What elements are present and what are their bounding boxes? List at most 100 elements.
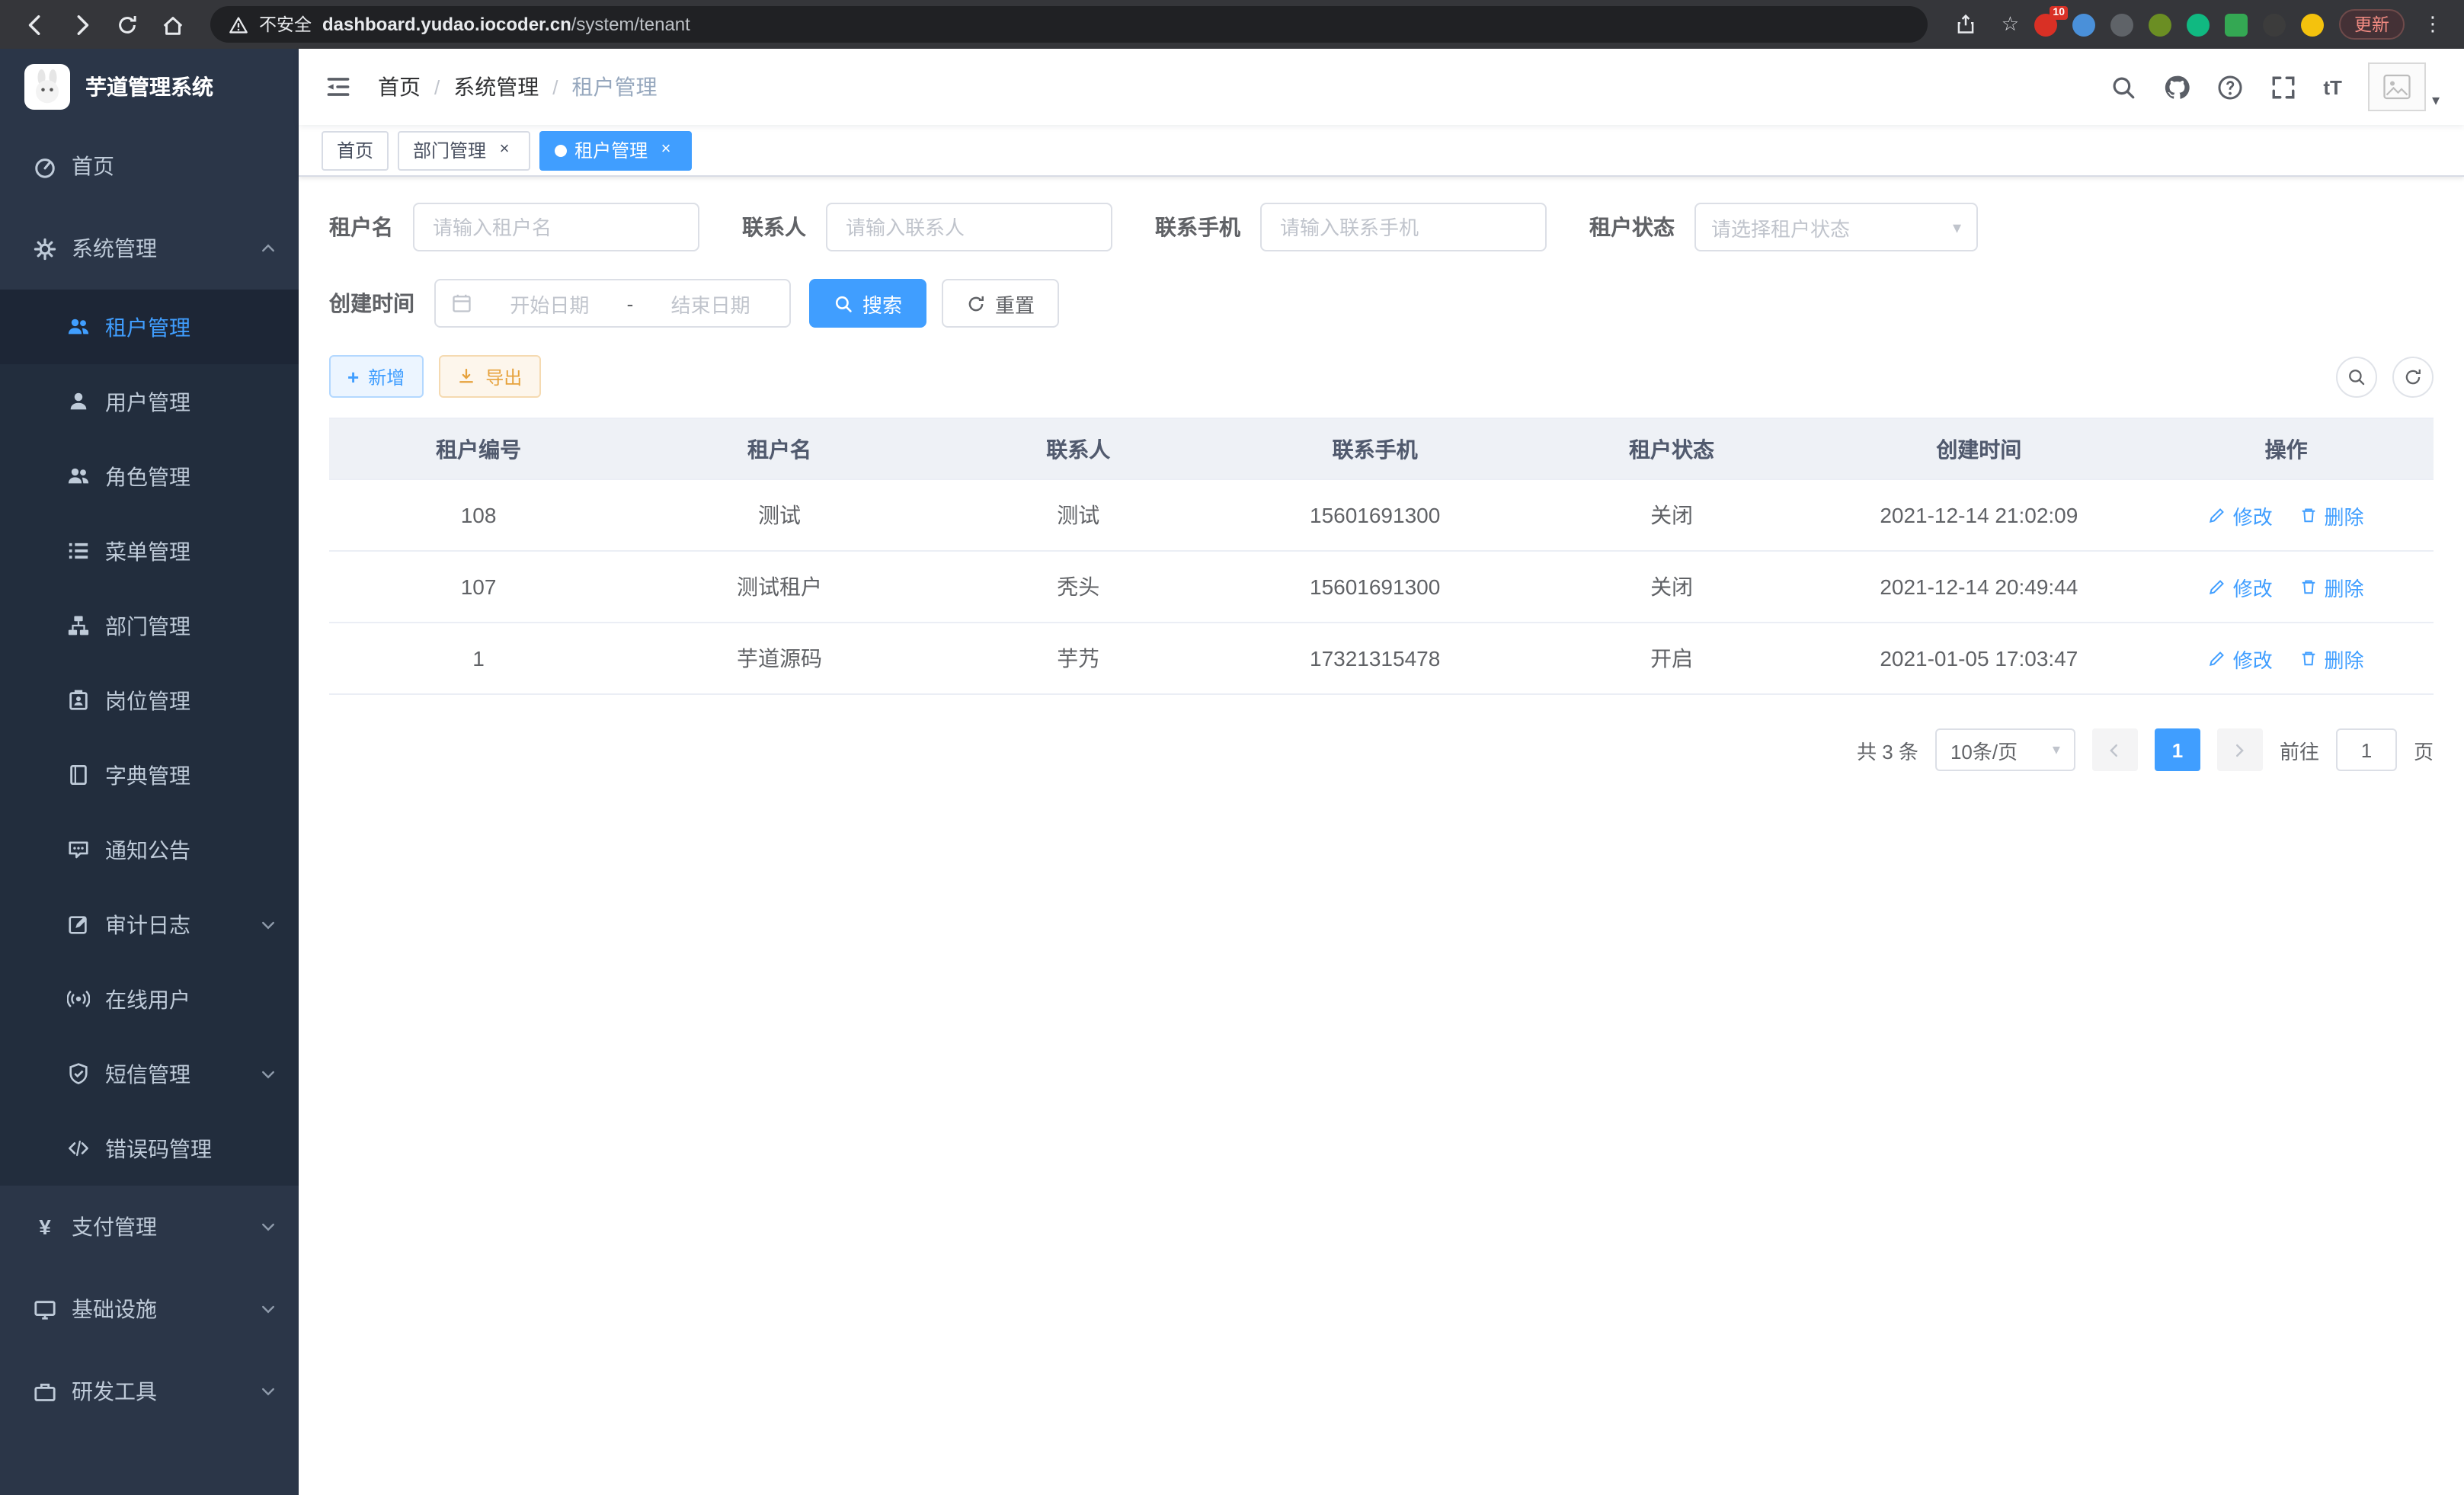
- sidebar-toggle-icon[interactable]: [323, 72, 354, 102]
- sidebar-item-post[interactable]: 岗位管理: [0, 663, 299, 738]
- extension-icon[interactable]: [2187, 13, 2210, 36]
- sidebar-item-label: 字典管理: [105, 760, 190, 790]
- github-icon[interactable]: [2163, 73, 2190, 101]
- security-warning-icon: [229, 14, 248, 34]
- goto-suffix: 页: [2414, 735, 2434, 764]
- page-number-button[interactable]: 1: [2155, 728, 2200, 771]
- sidebar-item-online-users[interactable]: 在线用户: [0, 962, 299, 1036]
- extension-icon[interactable]: [2149, 13, 2171, 36]
- monitor-icon: [34, 1298, 56, 1321]
- plus-icon: +: [347, 367, 359, 386]
- cell-created: 2021-12-14 21:02:09: [1819, 479, 2139, 551]
- refresh-table-button[interactable]: [2392, 356, 2434, 397]
- sidebar-item-sms[interactable]: 短信管理: [0, 1036, 299, 1111]
- sidebar: 芋道管理系统 首页 系统管理: [0, 49, 299, 1495]
- browser-menu-icon[interactable]: ⋮: [2420, 12, 2446, 37]
- export-button[interactable]: 导出: [438, 355, 540, 398]
- col-actions: 操作: [2139, 418, 2434, 479]
- cell-tenant-name: 芋道源码: [628, 623, 931, 694]
- extension-icon[interactable]: [2072, 13, 2095, 36]
- tab-tenant[interactable]: 租户管理 ×: [539, 130, 692, 170]
- close-icon[interactable]: ×: [655, 139, 677, 161]
- reset-button[interactable]: 重置: [942, 279, 1059, 328]
- contact-input[interactable]: [826, 203, 1112, 251]
- extension-icon[interactable]: [2110, 13, 2133, 36]
- top-navbar: 首页 / 系统管理 / 租户管理: [299, 49, 2464, 125]
- edit-link[interactable]: 修改: [2209, 501, 2273, 530]
- delete-link[interactable]: 删除: [2300, 644, 2364, 673]
- bookmark-star-icon[interactable]: ☆: [2002, 12, 2019, 37]
- shield-check-icon: [67, 1062, 90, 1085]
- app-logo[interactable]: 芋道管理系统: [0, 49, 299, 125]
- home-icon[interactable]: [152, 5, 192, 44]
- goto-page-input[interactable]: [2336, 728, 2397, 771]
- breadcrumb-separator: /: [552, 75, 558, 98]
- edit-link[interactable]: 修改: [2209, 572, 2273, 601]
- col-created: 创建时间: [1819, 418, 2139, 479]
- search-icon[interactable]: [2110, 73, 2137, 101]
- extension-icon[interactable]: 10: [2034, 13, 2057, 36]
- sidebar-item-label: 支付管理: [72, 1212, 157, 1242]
- goto-prefix: 前往: [2280, 735, 2319, 764]
- sidebar-item-role[interactable]: 角色管理: [0, 439, 299, 514]
- date-range-picker[interactable]: 开始日期 - 结束日期: [434, 279, 791, 328]
- tab-label: 租户管理: [574, 137, 648, 163]
- status-select[interactable]: 请选择租户状态 ▾: [1694, 203, 1978, 251]
- help-icon[interactable]: [2216, 73, 2244, 101]
- close-icon[interactable]: ×: [494, 139, 515, 161]
- sidebar-item-audit-log[interactable]: 审计日志: [0, 887, 299, 962]
- font-size-icon[interactable]: tT: [2323, 75, 2342, 98]
- sidebar-item-dict[interactable]: 字典管理: [0, 738, 299, 812]
- delete-link[interactable]: 删除: [2300, 501, 2364, 530]
- cell-status: 关闭: [1525, 551, 1819, 623]
- sidebar-item-label: 错误码管理: [105, 1133, 212, 1164]
- tab-home[interactable]: 首页: [322, 130, 389, 170]
- search-button[interactable]: 搜索: [809, 279, 926, 328]
- tenant-name-input[interactable]: [413, 203, 699, 251]
- sidebar-item-error-code[interactable]: 错误码管理: [0, 1111, 299, 1186]
- fullscreen-icon[interactable]: [2270, 73, 2297, 101]
- browser-update-button[interactable]: 更新: [2339, 9, 2405, 40]
- cell-status: 开启: [1525, 623, 1819, 694]
- sidebar-item-label: 审计日志: [105, 909, 190, 940]
- breadcrumb-item[interactable]: 首页: [378, 72, 421, 102]
- add-button-label: 新增: [368, 363, 405, 389]
- url-bar[interactable]: 不安全 dashboard.yudao.iocoder.cn/system/te…: [210, 6, 1928, 43]
- delete-link[interactable]: 删除: [2300, 572, 2364, 601]
- sidebar-item-tenant[interactable]: 租户管理: [0, 290, 299, 364]
- forward-icon[interactable]: [61, 5, 101, 44]
- sidebar-item-user[interactable]: 用户管理: [0, 364, 299, 439]
- toggle-search-button[interactable]: [2336, 356, 2377, 397]
- sidebar-item-home[interactable]: 首页: [0, 125, 299, 207]
- sidebar-item-system[interactable]: 系统管理: [0, 207, 299, 290]
- edit-link[interactable]: 修改: [2209, 644, 2273, 673]
- sidebar-item-label: 系统管理: [72, 233, 157, 264]
- phone-input[interactable]: [1260, 203, 1547, 251]
- table-row: 108 测试 测试 15601691300 关闭 2021-12-14 21:0…: [329, 479, 2434, 551]
- cell-contact: 测试: [931, 479, 1226, 551]
- extension-icon[interactable]: [2301, 13, 2324, 36]
- share-icon[interactable]: [1947, 5, 1986, 44]
- sidebar-item-label: 通知公告: [105, 834, 190, 865]
- extension-icon[interactable]: [2263, 13, 2286, 36]
- extension-icon[interactable]: [2225, 13, 2248, 36]
- col-tenant-id: 租户编号: [329, 418, 628, 479]
- back-icon[interactable]: [15, 5, 55, 44]
- user-avatar[interactable]: ▾: [2368, 62, 2440, 111]
- cell-created: 2021-01-05 17:03:47: [1819, 623, 2139, 694]
- tab-label: 首页: [337, 137, 373, 163]
- page-size-select[interactable]: 10条/页 ▾: [1935, 728, 2075, 771]
- sidebar-item-menu[interactable]: 菜单管理: [0, 514, 299, 588]
- sidebar-item-payment[interactable]: ¥ 支付管理: [0, 1186, 299, 1268]
- cell-actions: 修改 删除: [2139, 551, 2434, 623]
- tab-dept[interactable]: 部门管理 ×: [398, 130, 530, 170]
- sidebar-item-infra[interactable]: 基础设施: [0, 1268, 299, 1350]
- sidebar-item-dept[interactable]: 部门管理: [0, 588, 299, 663]
- sidebar-item-notice[interactable]: 通知公告: [0, 812, 299, 887]
- add-button[interactable]: + 新增: [329, 355, 423, 398]
- next-page-button[interactable]: [2217, 728, 2263, 771]
- sidebar-item-devtools[interactable]: 研发工具: [0, 1350, 299, 1433]
- reset-button-label: 重置: [995, 289, 1035, 318]
- prev-page-button[interactable]: [2092, 728, 2138, 771]
- reload-icon[interactable]: [107, 5, 146, 44]
